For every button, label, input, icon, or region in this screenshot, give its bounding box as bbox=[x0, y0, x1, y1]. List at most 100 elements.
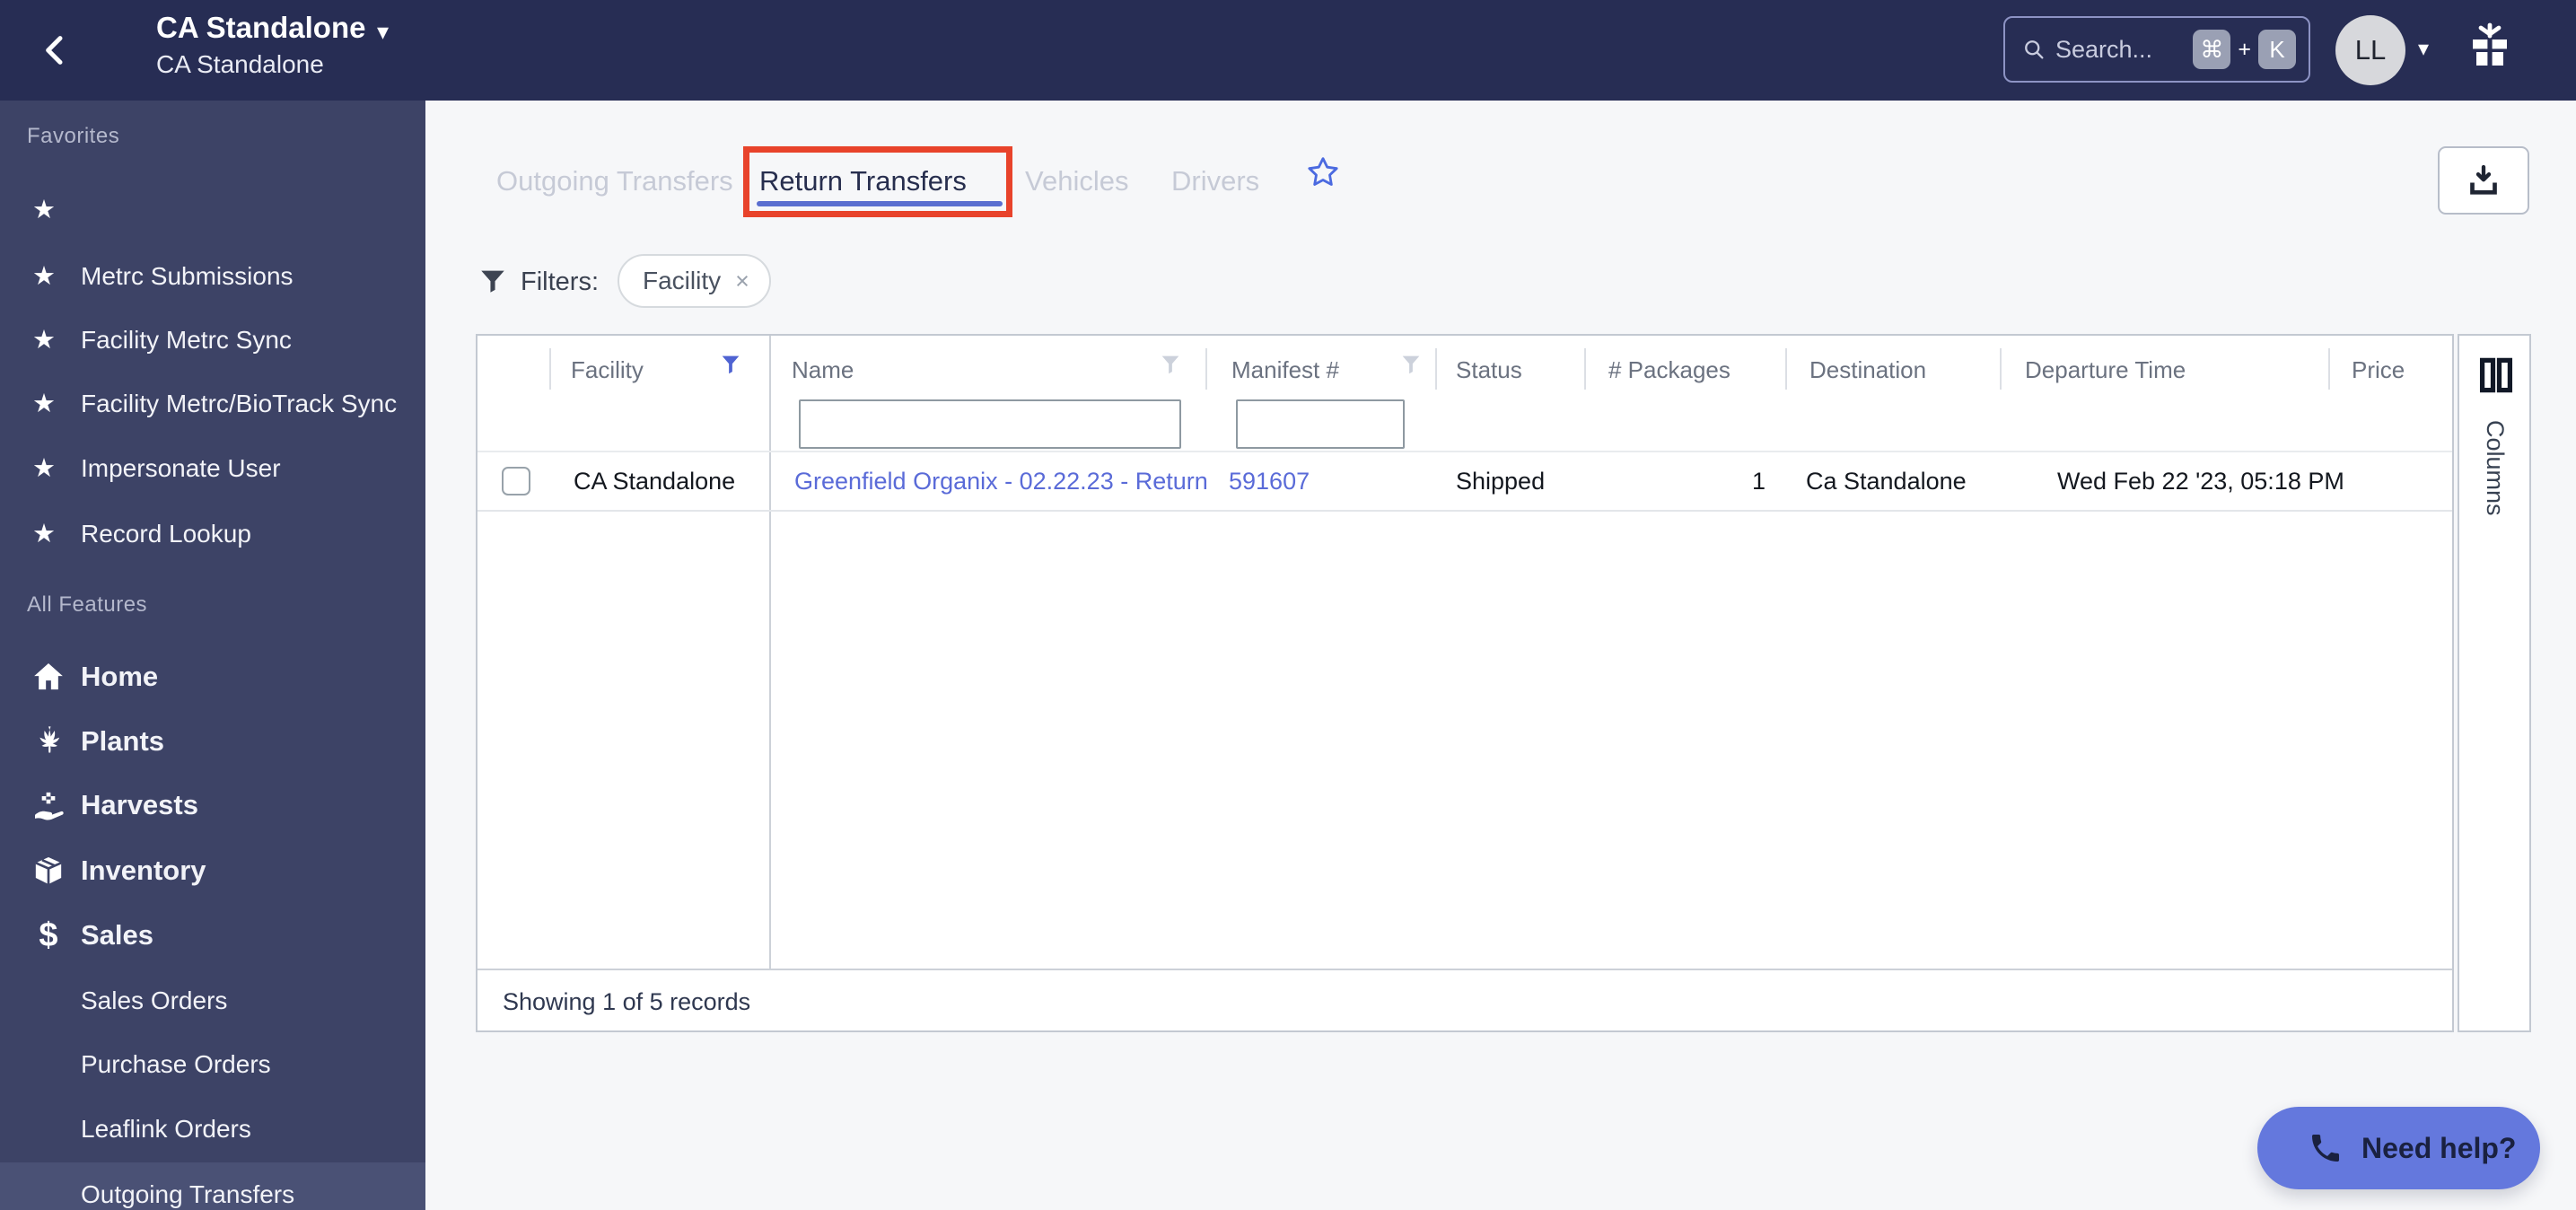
tab-drivers[interactable]: Drivers bbox=[1171, 165, 1259, 197]
star-icon: ★ bbox=[32, 390, 56, 418]
sidebar-item-label: Plants bbox=[81, 725, 165, 757]
name-filter-input[interactable] bbox=[799, 399, 1181, 449]
harvest-hand-icon bbox=[31, 787, 66, 823]
columns-panel-label: Columns bbox=[2482, 420, 2509, 516]
sidebar-item-leaflink-orders[interactable]: Leaflink Orders bbox=[0, 1097, 425, 1161]
cmd-keycap: ⌘ bbox=[2193, 30, 2231, 69]
cell-name-link[interactable]: Greenfield Organix - 02.22.23 - Return bbox=[794, 452, 1208, 510]
favorite-label: Facility Metrc/BioTrack Sync bbox=[81, 389, 398, 417]
favorites-section-label: Favorites bbox=[27, 124, 120, 148]
avatar[interactable]: LL bbox=[2335, 15, 2405, 85]
column-separator bbox=[1205, 348, 1207, 390]
favorite-label: Facility Metrc Sync bbox=[81, 325, 292, 354]
sidebar-item-label: Leaflink Orders bbox=[81, 1114, 251, 1143]
tab-return-transfers[interactable]: Return Transfers bbox=[759, 165, 967, 197]
sidebar-item-impersonate-user[interactable]: ★ Impersonate User bbox=[0, 436, 425, 500]
facility-switcher[interactable]: CA Standalone bbox=[156, 11, 365, 45]
sidebar-item-label: Purchase Orders bbox=[81, 1049, 271, 1078]
export-button[interactable] bbox=[2438, 146, 2529, 215]
home-icon bbox=[31, 659, 66, 695]
tab-outgoing-transfers[interactable]: Outgoing Transfers bbox=[496, 165, 733, 197]
search-shortcut: ⌘ + K bbox=[2193, 30, 2296, 69]
column-separator bbox=[1785, 348, 1787, 390]
name-filter-funnel-icon[interactable] bbox=[1158, 352, 1183, 377]
gift-icon bbox=[2473, 22, 2507, 66]
avatar-initials: LL bbox=[2354, 34, 2387, 66]
box-icon bbox=[31, 853, 66, 889]
top-bar: CA Standalone ▾ CA Standalone Search... … bbox=[0, 0, 2576, 101]
column-header-facility: Facility bbox=[571, 356, 644, 383]
column-header-status: Status bbox=[1456, 356, 1522, 383]
sidebar-item-sales-orders[interactable]: Sales Orders bbox=[0, 969, 425, 1032]
plant-leaf-icon bbox=[31, 723, 66, 759]
column-separator bbox=[549, 348, 551, 390]
plus-separator: + bbox=[2238, 36, 2251, 62]
sidebar-item-label: Home bbox=[81, 661, 159, 692]
column-header-destination: Destination bbox=[1809, 356, 1927, 383]
search-placeholder: Search... bbox=[2055, 35, 2153, 63]
app-window: CA Standalone ▾ CA Standalone Search... … bbox=[0, 0, 2576, 1210]
table-footer: Showing 1 of 5 records bbox=[478, 969, 2452, 1032]
star-icon: ★ bbox=[32, 196, 56, 224]
cell-packages: 1 bbox=[1751, 468, 1766, 495]
row-checkbox[interactable] bbox=[502, 467, 530, 495]
sidebar-item-harvests[interactable]: Harvests bbox=[0, 773, 425, 837]
sidebar-item-metrc-submissions[interactable]: ★ Metrc Submissions bbox=[0, 244, 425, 308]
favorite-page-star-icon[interactable] bbox=[1305, 154, 1341, 190]
global-search-input[interactable]: Search... ⌘ + K bbox=[2003, 16, 2310, 83]
sidebar-item-label: Harvests bbox=[81, 789, 198, 820]
need-help-button[interactable]: Need help? bbox=[2257, 1107, 2540, 1189]
sidebar-item-purchase-orders[interactable]: Purchase Orders bbox=[0, 1032, 425, 1096]
columns-panel-toggle[interactable]: Columns bbox=[2458, 334, 2531, 1032]
column-separator bbox=[1435, 348, 1437, 390]
sidebar-item-plants[interactable]: Plants bbox=[0, 709, 425, 774]
favorite-label: Record Lookup bbox=[81, 519, 251, 548]
favorite-label: Impersonate User bbox=[81, 453, 281, 482]
star-icon: ★ bbox=[32, 262, 56, 291]
sidebar-item-facility-metrc-sync[interactable]: ★ Facility Metrc Sync bbox=[0, 308, 425, 372]
transfers-table: Facility Name Manifest # Status # Packag… bbox=[476, 334, 2454, 1032]
table-row[interactable]: CA Standalone Greenfield Organix - 02.22… bbox=[478, 451, 2452, 512]
phone-icon bbox=[2312, 1135, 2339, 1162]
sidebar-item-home[interactable]: Home bbox=[0, 644, 425, 709]
cell-facility: CA Standalone bbox=[574, 468, 736, 495]
all-features-section-label: All Features bbox=[27, 592, 148, 617]
column-header-name: Name bbox=[792, 356, 854, 383]
column-separator bbox=[1584, 348, 1586, 390]
back-button[interactable] bbox=[38, 31, 74, 70]
tab-vehicles[interactable]: Vehicles bbox=[1025, 165, 1128, 197]
sidebar-item-facility-metrc-biotrack-sync[interactable]: ★ Facility Metrc/BioTrack Sync bbox=[0, 372, 425, 435]
cell-departure-time: Wed Feb 22 '23, 05:18 PM bbox=[2057, 468, 2344, 495]
facility-filter-funnel-icon[interactable] bbox=[718, 352, 743, 377]
sidebar-favorite-empty[interactable]: ★ bbox=[0, 178, 425, 241]
search-icon bbox=[2025, 40, 2044, 59]
column-header-departure-time: Departure Time bbox=[2025, 356, 2186, 383]
download-icon bbox=[2470, 164, 2497, 195]
caret-down-icon[interactable]: ▾ bbox=[377, 18, 389, 46]
records-count: Showing 1 of 5 records bbox=[503, 988, 751, 1015]
chevron-left-icon bbox=[46, 36, 63, 65]
pinned-column-divider bbox=[769, 336, 771, 969]
facility-subtitle: CA Standalone bbox=[156, 50, 324, 78]
cell-destination: Ca Standalone bbox=[1806, 468, 1967, 495]
k-keycap: K bbox=[2258, 30, 2296, 69]
sidebar-item-inventory[interactable]: Inventory bbox=[0, 838, 425, 903]
user-menu-caret-icon[interactable]: ▾ bbox=[2418, 36, 2429, 62]
star-icon: ★ bbox=[32, 454, 56, 483]
favorite-label: Metrc Submissions bbox=[81, 261, 294, 290]
sidebar-item-label: Sales bbox=[81, 919, 154, 951]
filter-chip-facility[interactable]: Facility × bbox=[618, 254, 771, 308]
manifest-filter-input[interactable] bbox=[1236, 399, 1405, 449]
close-icon[interactable]: × bbox=[735, 267, 749, 295]
sidebar-item-label: Sales Orders bbox=[81, 986, 228, 1014]
manifest-filter-funnel-icon[interactable] bbox=[1398, 352, 1424, 377]
sidebar-item-record-lookup[interactable]: ★ Record Lookup bbox=[0, 502, 425, 566]
sidebar-item-outgoing-transfers[interactable]: Outgoing Transfers bbox=[0, 1162, 425, 1210]
filters-funnel-icon bbox=[478, 266, 508, 296]
cell-status: Shipped bbox=[1456, 468, 1546, 495]
whats-new-gift-icon[interactable] bbox=[2461, 18, 2519, 79]
sidebar-item-sales[interactable]: $ Sales bbox=[0, 903, 425, 968]
column-header-packages: # Packages bbox=[1608, 356, 1730, 383]
cell-manifest-link[interactable]: 591607 bbox=[1229, 452, 1310, 510]
filter-chip-label: Facility bbox=[643, 267, 722, 294]
